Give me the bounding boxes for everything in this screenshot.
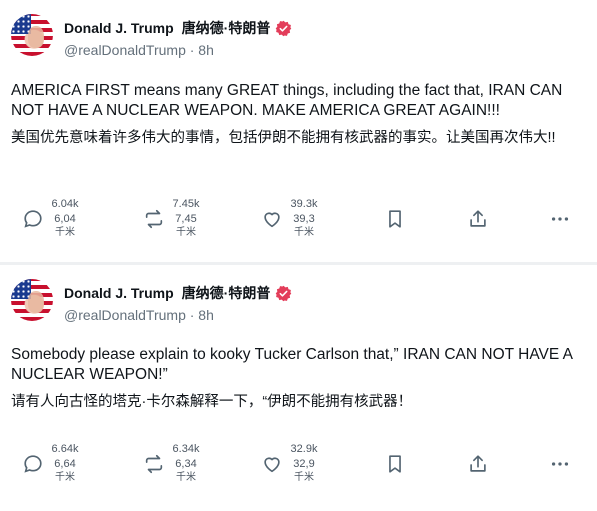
handle[interactable]: @realDonaldTrump [64, 307, 186, 323]
author-row: Donald J. Trump 唐纳德·特朗普 [64, 283, 292, 303]
post-text-translation: 美国优先意味着许多伟大的事情，包括伊朗不能拥有核武器的事实。让美国再次伟大!! [11, 130, 556, 146]
post-text: AMERICA FIRST means many GREAT things, i… [11, 82, 563, 119]
retruth-count: 7.45k 7,45 千米 [172, 198, 200, 238]
reply-icon [24, 455, 42, 473]
bookmark-icon [389, 210, 401, 228]
bookmark-button[interactable] [384, 197, 406, 241]
action-bar: 6.04k 6,04 千米 7.45k 7,45 千米 39.3k 39,3 千米 [0, 197, 597, 241]
more-icon [551, 462, 569, 466]
action-bar: 6.64k 6,64 千米 6.34k 6,34 千米 32.9k 32,9 千米 [0, 442, 597, 486]
more-button[interactable] [549, 442, 571, 486]
retruth-icon [145, 209, 163, 229]
reply-count: 6.04k 6,04 千米 [51, 198, 79, 238]
display-name[interactable]: Donald J. Trump [64, 285, 174, 301]
retruth-icon [145, 454, 163, 474]
like-icon [264, 457, 280, 473]
like-count: 32.9k 32,9 千米 [290, 443, 318, 483]
bookmark-icon [389, 455, 401, 473]
post-1[interactable]: Donald J. Trump 唐纳德·特朗普 @realDonaldTrump… [0, 0, 597, 262]
reply-icon [24, 210, 42, 228]
more-button[interactable] [549, 197, 571, 241]
handle-row: @realDonaldTrump · 8h [64, 42, 214, 58]
avatar[interactable] [11, 14, 53, 56]
share-button[interactable] [467, 442, 489, 486]
reply-count: 6.64k 6,64 千米 [51, 443, 79, 483]
timestamp[interactable]: · 8h [190, 42, 214, 58]
verified-badge-icon [276, 20, 292, 36]
share-icon [470, 455, 486, 472]
verified-badge-icon [276, 285, 292, 301]
display-name[interactable]: Donald J. Trump [64, 20, 174, 36]
post-2[interactable]: Donald J. Trump 唐纳德·特朗普 @realDonaldTrump… [0, 265, 597, 511]
more-icon [551, 217, 569, 221]
like-icon [264, 212, 280, 228]
like-count: 39.3k 39,3 千米 [290, 198, 318, 238]
author-row: Donald J. Trump 唐纳德·特朗普 [64, 18, 292, 38]
post-text-translation: 请有人向古怪的塔克·卡尔森解释一下，“伊朗不能拥有核武器！ [11, 394, 413, 410]
handle-row: @realDonaldTrump · 8h [64, 307, 214, 323]
post-text: Somebody please explain to kooky Tucker … [11, 346, 573, 383]
timestamp[interactable]: · 8h [190, 307, 214, 323]
retruth-count: 6.34k 6,34 千米 [172, 443, 200, 483]
share-button[interactable] [467, 197, 489, 241]
avatar[interactable] [11, 279, 53, 321]
display-name-translated: 唐纳德·特朗普 [181, 285, 271, 301]
bookmark-button[interactable] [384, 442, 406, 486]
handle[interactable]: @realDonaldTrump [64, 42, 186, 58]
share-icon [470, 210, 486, 227]
display-name-translated: 唐纳德·特朗普 [181, 20, 271, 36]
